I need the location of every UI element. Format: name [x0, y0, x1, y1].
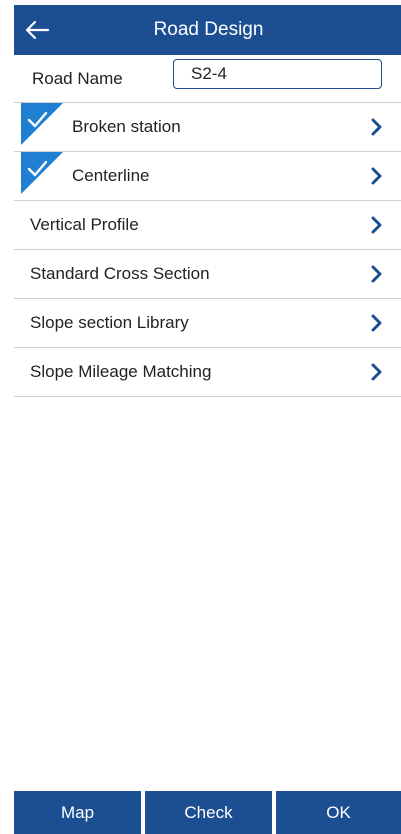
menu-item-slope-mileage-matching[interactable]: Slope Mileage Matching — [14, 348, 401, 397]
check-button[interactable]: Check — [145, 791, 272, 834]
menu-item-label: Centerline — [72, 166, 150, 185]
menu-item-vertical-profile[interactable]: Vertical Profile — [14, 201, 401, 250]
road-name-row: Road Name — [14, 55, 401, 103]
ok-button[interactable]: OK — [276, 791, 401, 834]
menu-item-label: Vertical Profile — [30, 215, 139, 234]
chevron-right-icon — [371, 167, 382, 185]
bottom-action-bar: Map Check OK — [14, 791, 401, 834]
map-button[interactable]: Map — [14, 791, 141, 834]
road-name-input[interactable] — [173, 59, 382, 89]
checkmark-icon — [21, 103, 63, 145]
menu-item-label: Standard Cross Section — [30, 264, 210, 283]
menu-item-label: Broken station — [72, 117, 181, 136]
road-name-label: Road Name — [32, 69, 123, 88]
road-design-screen: Road Design Road Name Broken station Cen… — [0, 0, 401, 834]
title-bar: Road Design — [14, 5, 401, 55]
checkmark-icon — [21, 152, 63, 194]
menu-item-broken-station[interactable]: Broken station — [14, 103, 401, 152]
chevron-right-icon — [371, 314, 382, 332]
chevron-right-icon — [371, 265, 382, 283]
chevron-right-icon — [371, 118, 382, 136]
menu-item-standard-cross-section[interactable]: Standard Cross Section — [14, 250, 401, 299]
arrow-left-icon — [25, 20, 50, 40]
menu-item-slope-section-library[interactable]: Slope section Library — [14, 299, 401, 348]
menu-item-label: Slope section Library — [30, 313, 189, 332]
back-button[interactable] — [20, 13, 54, 47]
menu-item-centerline[interactable]: Centerline — [14, 152, 401, 201]
page-title: Road Design — [153, 19, 264, 40]
chevron-right-icon — [371, 216, 382, 234]
chevron-right-icon — [371, 363, 382, 381]
menu-item-label: Slope Mileage Matching — [30, 362, 212, 381]
design-menu: Broken station Centerline Vertical Profi… — [14, 103, 401, 397]
